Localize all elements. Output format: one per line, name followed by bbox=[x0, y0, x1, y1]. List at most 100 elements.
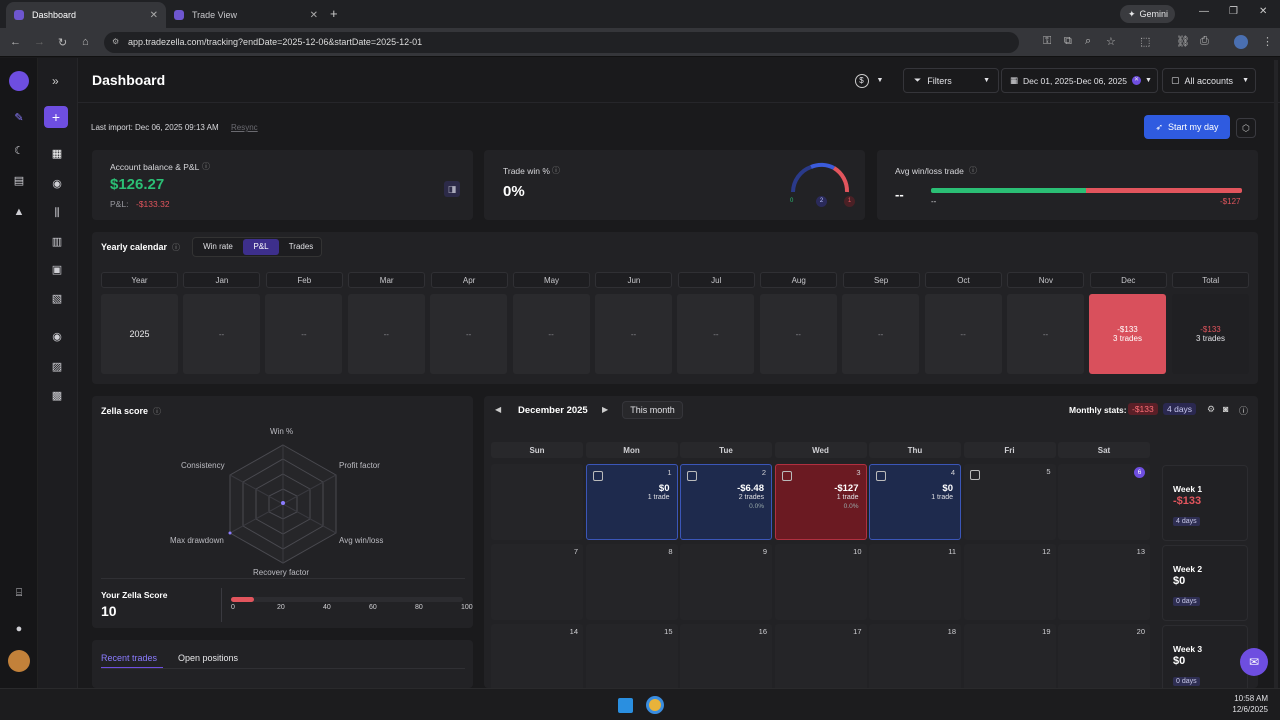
tab-recent-trades[interactable]: Recent trades bbox=[101, 653, 157, 663]
reports-icon[interactable]: ◉ bbox=[50, 177, 64, 191]
this-month-button[interactable]: This month bbox=[622, 401, 683, 419]
playbook-icon[interactable]: ▧ bbox=[50, 292, 64, 306]
date-range-picker[interactable]: ▦ Dec 01, 2025-Dec 06, 2025 ✕ ▼ bbox=[1001, 68, 1158, 93]
calendar-day[interactable]: 2 -$6.48 2 trades 0.0% bbox=[680, 464, 772, 540]
zoom-icon[interactable]: ⌕ bbox=[1085, 35, 1091, 48]
calendar-day[interactable]: 11 bbox=[869, 544, 961, 620]
menu-kebab-icon[interactable]: ⋮ bbox=[1262, 35, 1273, 48]
close-tab-icon[interactable]: ✕ bbox=[150, 10, 158, 21]
calendar-day[interactable]: 4 $0 1 trade bbox=[869, 464, 961, 540]
resync-link[interactable]: Resync bbox=[231, 123, 258, 132]
calendar-note-icon[interactable] bbox=[592, 471, 603, 481]
currency-selector[interactable]: $ ▼ bbox=[846, 70, 892, 91]
calendar-note-icon[interactable] bbox=[687, 471, 697, 481]
back-icon[interactable]: ← bbox=[10, 36, 21, 48]
calendar-day[interactable]: 6 bbox=[1058, 464, 1150, 540]
info-icon[interactable]: ⓘ bbox=[153, 406, 161, 417]
journal-icon[interactable]: ▥ bbox=[50, 235, 64, 249]
site-settings-icon[interactable]: ⚙ bbox=[112, 37, 119, 46]
calendar-day[interactable]: 8 bbox=[585, 544, 678, 620]
calendar-day[interactable]: 12 bbox=[963, 544, 1056, 620]
month-cell[interactable]: -- bbox=[183, 294, 260, 374]
tab-trade-view[interactable]: Trade View ✕ bbox=[166, 2, 326, 28]
gemini-button[interactable]: ✦ Gemini bbox=[1120, 5, 1175, 23]
page-scrollbar[interactable] bbox=[1274, 60, 1278, 688]
camera-icon[interactable]: ◙ bbox=[1223, 404, 1228, 414]
filters-button[interactable]: ⏷ Filters ▼ bbox=[903, 68, 999, 93]
info-icon[interactable]: ⓘ bbox=[172, 242, 180, 253]
home-icon[interactable]: ⌂ bbox=[82, 36, 89, 48]
month-cell[interactable]: -- bbox=[512, 294, 590, 374]
forward-icon[interactable]: → bbox=[34, 36, 45, 48]
month-cell[interactable]: -- bbox=[265, 294, 343, 374]
pencil-icon[interactable]: ✎ bbox=[12, 111, 26, 125]
month-cell[interactable]: -- bbox=[924, 294, 1002, 374]
month-cell[interactable]: -- bbox=[677, 294, 755, 374]
notebook-icon[interactable]: ▣ bbox=[50, 263, 64, 277]
print-icon[interactable]: ⎙ bbox=[1200, 35, 1209, 48]
bell-icon[interactable]: ● bbox=[12, 622, 26, 636]
month-cell[interactable]: -- bbox=[430, 294, 508, 374]
install-app-icon[interactable]: ⧉ bbox=[1064, 35, 1072, 48]
password-key-icon[interactable]: ⚿ bbox=[1043, 35, 1051, 48]
user-avatar[interactable] bbox=[8, 650, 30, 672]
start-my-day-button[interactable]: ➶ Start my day bbox=[1144, 115, 1230, 139]
calendar-day[interactable]: 13 bbox=[1058, 544, 1150, 620]
calendar-day[interactable]: 7 bbox=[491, 544, 583, 620]
info-icon[interactable]: ⓘ bbox=[1239, 404, 1248, 417]
trades-icon[interactable]: ⫼ bbox=[50, 206, 64, 220]
month-cell[interactable]: -- bbox=[1007, 294, 1084, 374]
accounts-selector[interactable]: ▢ All accounts ▼ bbox=[1162, 68, 1256, 93]
moon-icon[interactable]: ☾ bbox=[12, 144, 26, 158]
tab-dashboard[interactable]: Dashboard ✕ bbox=[6, 2, 166, 28]
profile-avatar[interactable] bbox=[1234, 35, 1248, 49]
calendar-day[interactable]: 5 bbox=[963, 464, 1056, 540]
expand-sidebar-icon[interactable]: » bbox=[52, 74, 59, 88]
calendar-day[interactable]: 9 bbox=[680, 544, 772, 620]
month-cell[interactable]: -- bbox=[595, 294, 672, 374]
link-icon[interactable]: ⛓ bbox=[1176, 35, 1190, 48]
chrome-taskbar-icon[interactable] bbox=[646, 696, 664, 714]
calendar-day[interactable]: 10 bbox=[774, 544, 867, 620]
tab-pnl[interactable]: P&L bbox=[243, 239, 279, 255]
bookmark-star-icon[interactable]: ☆ bbox=[1106, 35, 1116, 48]
month-cell-dec[interactable]: -$133 3 trades bbox=[1089, 294, 1166, 374]
progress-icon[interactable]: ▨ bbox=[50, 360, 64, 374]
minimize-icon[interactable]: — bbox=[1199, 6, 1209, 17]
tab-trades[interactable]: Trades bbox=[281, 240, 321, 254]
restore-icon[interactable]: ❐ bbox=[1229, 6, 1238, 17]
chat-support-icon[interactable]: ✉ bbox=[1240, 648, 1268, 676]
info-icon[interactable]: ⓘ bbox=[202, 161, 210, 172]
tab-win-rate[interactable]: Win rate bbox=[195, 240, 241, 254]
info-icon[interactable]: ⓘ bbox=[969, 165, 977, 176]
chart-toggle-icon[interactable]: ◨ bbox=[444, 181, 460, 197]
prev-month-icon[interactable]: ◀ bbox=[495, 405, 501, 414]
calendar-note-icon[interactable] bbox=[781, 471, 792, 481]
month-cell[interactable]: -- bbox=[759, 294, 837, 374]
resources-icon[interactable]: ▩ bbox=[50, 389, 64, 403]
extensions-icon[interactable]: ⬚ bbox=[1140, 35, 1150, 48]
dashboard-icon[interactable]: ▦ bbox=[50, 147, 64, 161]
month-cell[interactable]: -- bbox=[842, 294, 920, 374]
graduation-cap-icon[interactable]: ▲ bbox=[12, 205, 26, 219]
clear-date-icon[interactable]: ✕ bbox=[1132, 76, 1141, 85]
calendar-note-icon[interactable] bbox=[969, 470, 980, 480]
gift-icon[interactable]: ⌸ bbox=[12, 586, 26, 600]
new-tab-icon[interactable]: + bbox=[330, 6, 338, 21]
windows-start-icon[interactable] bbox=[618, 698, 633, 713]
tradezella-logo[interactable] bbox=[9, 71, 29, 91]
calendar-day[interactable]: 3 -$127 1 trade 0.0% bbox=[774, 464, 867, 540]
layout-settings-icon[interactable]: ⬡ bbox=[1236, 118, 1256, 138]
week-summary-card[interactable]: Week 1 -$133 4 days bbox=[1162, 465, 1248, 541]
close-window-icon[interactable]: ✕ bbox=[1259, 6, 1267, 17]
month-cell[interactable]: -- bbox=[347, 294, 425, 374]
url-input[interactable]: ⚙ app.tradezella.com/tracking?endDate=20… bbox=[104, 32, 1019, 53]
next-month-icon[interactable]: ▶ bbox=[602, 405, 608, 414]
id-card-icon[interactable]: ▤ bbox=[12, 174, 26, 188]
tab-open-positions[interactable]: Open positions bbox=[178, 653, 238, 663]
week-summary-card[interactable]: Week 2 $0 0 days bbox=[1162, 545, 1248, 621]
settings-gear-icon[interactable]: ⚙ bbox=[1207, 404, 1215, 415]
reload-icon[interactable]: ↻ bbox=[58, 36, 67, 49]
close-tab-icon[interactable]: ✕ bbox=[310, 10, 318, 21]
info-icon[interactable]: ⓘ bbox=[552, 165, 560, 176]
